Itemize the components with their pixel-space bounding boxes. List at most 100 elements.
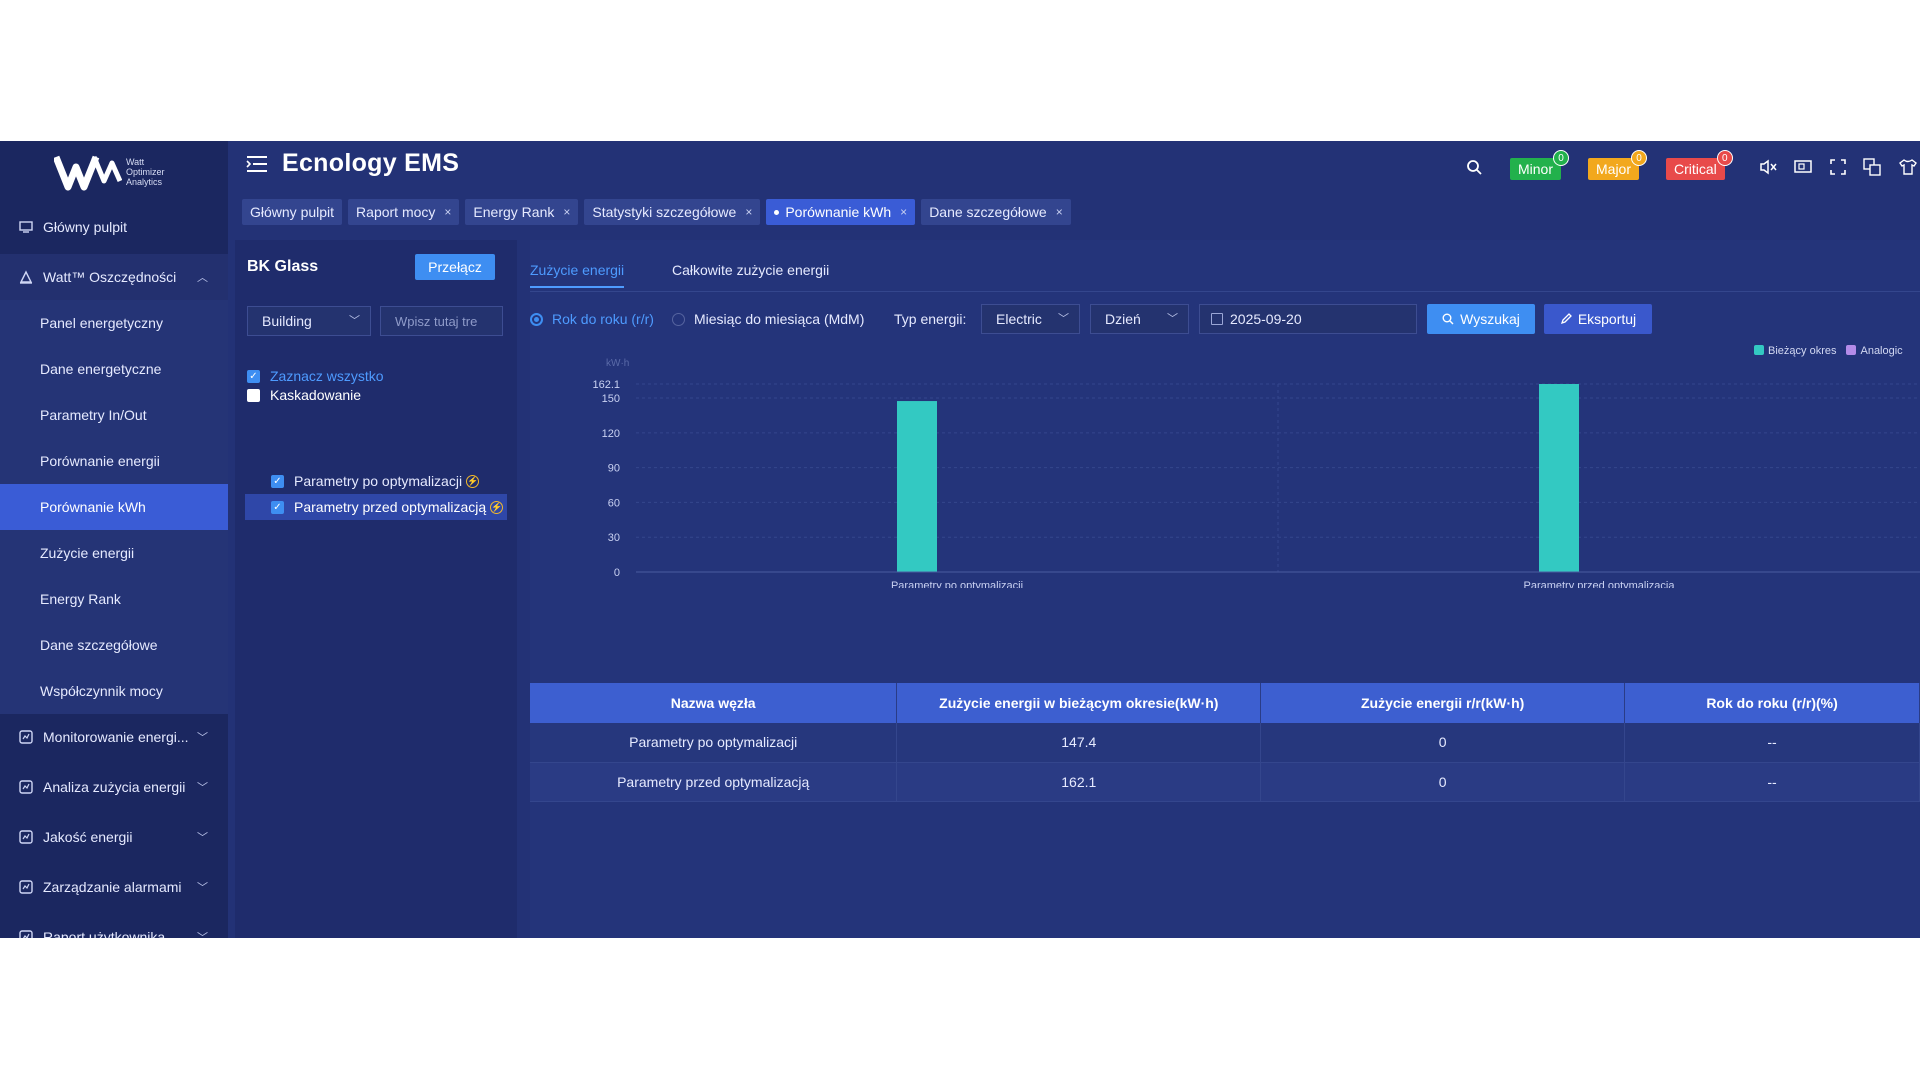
close-icon[interactable]: × [563,199,570,225]
y-axis-unit: kW·h [606,358,629,369]
sidebar-subitem[interactable]: Energy Rank [0,576,228,622]
alarm-badge-2[interactable]: Critical 0 [1666,150,1733,180]
tab-4[interactable]: Porównanie kWh × [766,199,916,225]
data-table: Nazwa węzła Zużycie energii w bieżącym ok… [530,683,1920,802]
sidebar-item-label: Analiza zużycia energii [43,779,186,795]
tab-0[interactable]: Główny pulpit [242,199,343,225]
fullscreen-icon[interactable] [1828,157,1848,177]
sidebar-group-item[interactable]: Raport użytkownika ﹀ [0,914,228,938]
node-before-checkbox[interactable]: ✓ Parametry przed optymalizacją ⚡ [271,497,504,517]
sidebar-subitem[interactable]: Panel energetyczny [0,300,228,346]
close-icon[interactable]: × [745,199,752,225]
sidebar-group-item[interactable]: Zarządzanie alarmami ﹀ [0,864,228,910]
table-cell: 0 [1260,723,1626,763]
subtab-total-consumption[interactable]: Całkowite zużycie energii [672,262,829,286]
close-icon[interactable]: × [900,199,907,225]
alarm-badge-0[interactable]: Minor 0 [1510,150,1570,180]
legend-swatch [1846,345,1857,355]
savings-icon [18,269,34,285]
sidebar-group-savings[interactable]: Watt™ Oszczędności ︿ [0,254,228,300]
bar-chart-icon [18,779,34,795]
sidebar-subitem[interactable]: Dane szczegółowe [0,622,228,668]
table-cell: -- [1624,723,1920,763]
radio-label: Miesiąc do miesiąca (MdM) [694,311,865,327]
monitor-icon [18,219,34,235]
sidebar-subitem[interactable]: Zużycie energii [0,530,228,576]
energy-type-select[interactable]: Electric ﹀ [981,304,1080,334]
date-picker[interactable]: 2025-09-20 [1199,304,1417,334]
table-header-cell[interactable]: Rok do roku (r/r)(%) [1624,683,1920,723]
radio-month-over-month[interactable]: Miesiąc do miesiąca (MdM) [672,311,864,327]
logo: Watt Optimizer Analytics [54,149,180,195]
table-row[interactable]: Parametry przed optymalizacją 162.1 0 -- [530,762,1920,802]
subtab-energy-consumption[interactable]: Zużycie energii [530,262,625,288]
bar-chart: kW·h 0 30 60 90 120 150 162.1 Parametry po optym… [592,358,1920,588]
close-icon[interactable]: × [444,199,451,225]
sidebar-subitem[interactable]: Parametry In/Out [0,392,228,438]
search-button-label: Wyszukaj [1460,311,1520,327]
sidebar-group-item[interactable]: Jakość energii ﹀ [0,814,228,860]
alarm-count: 0 [1553,150,1570,166]
tab-5[interactable]: Dane szczegółowe × [921,199,1071,225]
table-cell: 162.1 [896,762,1262,802]
tab-3[interactable]: Statystyki szczegółowe × [584,199,761,225]
table-cell: 0 [1260,762,1626,802]
x-tick-label: Parametry przed optymalizacją [1523,580,1675,588]
export-button[interactable]: Eksportuj [1544,304,1652,334]
legend-label: Analogic [1860,345,1903,357]
tab-label: Dane szczegółowe [929,204,1047,220]
table-header-cell[interactable]: Zużycie energii r/r(kW·h) [1260,683,1626,723]
tab-2[interactable]: Energy Rank × [465,199,579,225]
chevron-down-icon: ﹀ [197,832,208,844]
switch-button[interactable]: Przełącz [415,254,495,280]
select-all-checkbox[interactable]: ✓ Zaznacz wszystko [247,366,384,386]
sidebar-subitem[interactable]: Porównanie energii [0,438,228,484]
bar-current-period[interactable] [1539,384,1579,572]
cascade-checkbox[interactable]: Kaskadowanie [247,385,361,405]
tab-1[interactable]: Raport mocy × [348,199,460,225]
main-panel: Zużycie energii Całkowite zużycie energi… [530,240,1920,938]
legend-item[interactable]: Bieżący okres [1754,345,1836,357]
sidebar-group-item[interactable]: Analiza zużycia energii ﹀ [0,764,228,810]
sidebar-subitem[interactable]: Dane energetyczne [0,346,228,392]
screen-icon[interactable] [1793,157,1813,177]
table-header-cell[interactable]: Zużycie energii w bieżącym okresie(kW·h) [896,683,1262,723]
sidebar-group-item[interactable]: Monitorowanie energi... ﹀ [0,714,228,760]
export-button-label: Eksportuj [1577,311,1637,327]
table-row[interactable]: Parametry po optymalizacji 147.4 0 -- [530,723,1920,763]
legend-label: Bieżący okres [1768,345,1837,357]
bar-current-period[interactable] [897,401,937,572]
alarm-badge-1[interactable]: Major 0 [1588,150,1648,180]
radio-selected-icon [530,312,543,326]
organization-name: BK Glass [247,258,319,275]
logo-line-2: Optimizer [126,167,165,177]
quality-icon [18,829,34,845]
mute-icon[interactable] [1758,157,1778,177]
x-tick-label: Parametry po optymalizacji [891,580,1023,588]
level-select[interactable]: Building ﹀ [247,306,371,336]
tab-label: Statystyki szczegółowe [592,204,737,220]
table-header-cell[interactable]: Nazwa węzła [530,683,898,723]
search-icon[interactable] [1464,157,1484,177]
period-select[interactable]: Dzień ﹀ [1090,304,1189,334]
radio-year-over-year[interactable]: Rok do roku (r/r) [530,311,654,327]
node-after-checkbox[interactable]: ✓ Parametry po optymalizacji ⚡ [271,471,480,491]
alarm-icon [18,879,34,895]
node-panel: BK Glass Przełącz Building ﹀ ✓ Zaznacz w… [235,240,517,938]
sidebar-subitem[interactable]: Współczynnik mocy [0,668,228,714]
close-icon[interactable]: × [1056,199,1063,225]
sidebar-item-dashboard[interactable]: Główny pulpit [0,204,228,250]
tab-label: Główny pulpit [250,204,335,220]
menu-toggle-icon[interactable] [246,155,268,173]
translate-icon[interactable] [1862,157,1882,177]
alarm-label: Minor [1518,161,1554,177]
chevron-down-icon: ﹀ [349,315,360,327]
node-search-input[interactable] [380,306,503,336]
shirt-icon[interactable] [1898,157,1918,177]
search-button[interactable]: Wyszukaj [1427,304,1535,334]
chevron-up-icon: ︿ [197,272,208,284]
y-tick-label: 150 [602,393,620,405]
legend-item[interactable]: Analogic [1846,345,1903,357]
sidebar-subitem[interactable]: Porównanie kWh [0,484,228,530]
checkmark-icon: ✓ [271,474,284,488]
